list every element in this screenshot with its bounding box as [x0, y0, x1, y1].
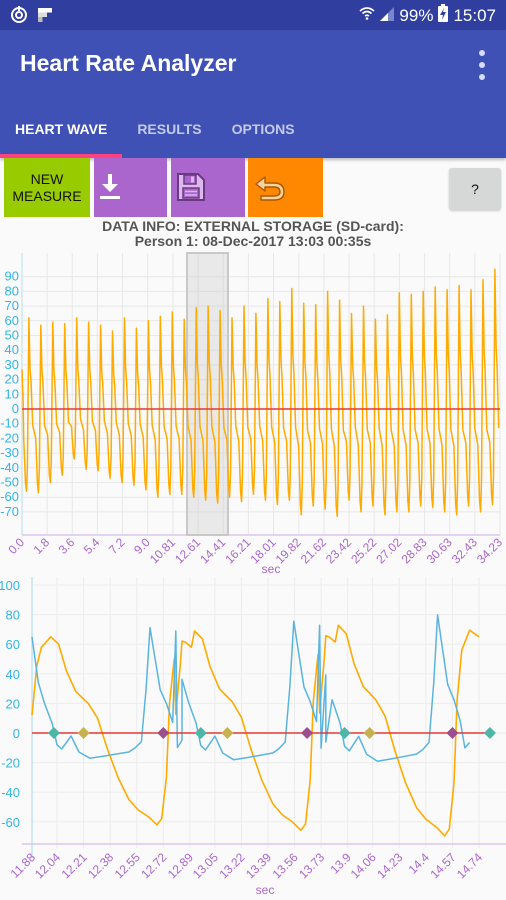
- marker-gold[interactable]: [363, 727, 376, 739]
- y-tick-label: -10: [0, 416, 19, 431]
- x-tick-label: 13.56: [270, 850, 301, 881]
- x-tick-label: 13.73: [296, 850, 327, 881]
- signal-icon: [380, 6, 395, 26]
- x-tick-label: 14.57: [427, 850, 458, 881]
- x-tick-label: 13.39: [243, 850, 274, 881]
- x-tick-label: 7.2: [106, 535, 128, 557]
- download-icon: [99, 174, 121, 205]
- x-tick-label: 16.21: [222, 535, 253, 566]
- y-tick-label: 0: [13, 726, 20, 741]
- y-tick-label: 0: [12, 401, 19, 416]
- flipboard-icon: [38, 8, 52, 27]
- x-tick-label: 32.43: [449, 535, 480, 566]
- x-tick-label: 14.41: [197, 535, 228, 566]
- x-tick-label: 14.23: [374, 850, 405, 881]
- x-axis-label: sec: [256, 883, 275, 897]
- y-tick-label: -20: [0, 430, 19, 445]
- y-tick-label: 70: [5, 298, 19, 313]
- x-tick-label: 14.06: [348, 850, 379, 881]
- zoomed-heart-wave-chart[interactable]: 100 80 60 40 20 0 -20 -40 -60 11.8812.0412.2112.3…: [0, 575, 506, 900]
- download-button[interactable]: [94, 158, 167, 217]
- status-bar: 99% 15:07: [0, 0, 506, 30]
- tab-options[interactable]: OPTIONS: [217, 110, 310, 158]
- x-tick-label: 28.83: [399, 535, 430, 566]
- full-heart-wave-chart[interactable]: 9080706050403020100-10-20-30-40-50-60-70…: [0, 245, 506, 575]
- y-tick-label: 80: [6, 608, 20, 623]
- x-tick-label: 0.0: [5, 535, 27, 557]
- marker-gold[interactable]: [221, 727, 234, 739]
- y-tick-label: 50: [5, 328, 19, 343]
- battery-charging-icon: [438, 4, 449, 27]
- x-tick-label: 12.38: [85, 850, 116, 881]
- x-tick-label: 3.6: [56, 535, 78, 557]
- y-tick-label: 100: [0, 578, 20, 593]
- clock: 15:07: [453, 5, 496, 25]
- save-button[interactable]: [171, 158, 245, 217]
- x-tick-label: 25.22: [348, 535, 379, 566]
- x-tick-label: 12.61: [172, 535, 203, 566]
- x-tick-label: 13.22: [216, 850, 247, 881]
- tab-results[interactable]: RESULTS: [122, 110, 216, 158]
- y-tick-label: -40: [0, 460, 19, 475]
- y-tick-label: 40: [6, 667, 20, 682]
- y-tick-label: 20: [5, 372, 19, 387]
- y-tick-label: 20: [6, 696, 20, 711]
- y-tick-label: 90: [5, 269, 19, 284]
- new-measure-label-line1: NEW: [30, 170, 64, 187]
- marker-teal[interactable]: [483, 727, 496, 739]
- y-tick-label: -20: [1, 756, 20, 771]
- action-toolbar: NEW MEASURE ?: [0, 158, 506, 218]
- x-tick-label: 10.81: [147, 535, 178, 566]
- undo-icon: [253, 174, 287, 207]
- y-tick-label: -60: [1, 815, 20, 830]
- y-tick-label: -30: [0, 445, 19, 460]
- tab-bar: HEART WAVE RESULTS OPTIONS: [0, 110, 506, 158]
- y-tick-label: -40: [1, 785, 20, 800]
- marker-gold[interactable]: [77, 727, 90, 739]
- app-bar: Heart Rate Analyzer HEART WAVE RESULTS O…: [0, 30, 506, 158]
- x-tick-label: 12.55: [112, 850, 143, 881]
- x-tick-label: 5.4: [81, 535, 103, 557]
- more-vert-icon[interactable]: [474, 50, 490, 80]
- x-tick-label: 11.88: [8, 850, 39, 881]
- x-tick-label: 12.21: [59, 850, 90, 881]
- undo-button[interactable]: [248, 158, 323, 217]
- battery-percent: 99%: [399, 5, 434, 25]
- y-tick-label: -50: [0, 475, 19, 490]
- x-tick-label: 14.74: [454, 850, 485, 881]
- data-info-source: DATA INFO: EXTERNAL STORAGE (SD-card):: [102, 218, 404, 234]
- x-tick-label: 13.05: [190, 850, 221, 881]
- new-measure-button[interactable]: NEW MEASURE: [4, 158, 90, 217]
- help-button[interactable]: ?: [449, 168, 501, 210]
- x-tick-label: 1.8: [31, 535, 53, 557]
- x-tick-label: 34.23: [474, 535, 505, 566]
- y-tick-label: 80: [5, 283, 19, 298]
- raw-wave-series: [31, 624, 480, 837]
- x-tick-label: 23.42: [323, 535, 354, 566]
- x-tick-label: 12.89: [165, 850, 196, 881]
- x-tick-label: 27.02: [373, 535, 404, 566]
- derivative-wave-series: [31, 614, 471, 762]
- wifi-icon: [359, 5, 375, 26]
- x-tick-label: 12.04: [32, 850, 63, 881]
- x-tick-label: 12.72: [138, 850, 169, 881]
- app-title: Heart Rate Analyzer: [20, 50, 237, 76]
- y-tick-label: 60: [6, 637, 20, 652]
- y-tick-label: 40: [5, 342, 19, 357]
- x-axis-label: sec: [262, 562, 281, 575]
- sync-icon: [10, 6, 28, 29]
- y-tick-label: 30: [5, 357, 19, 372]
- y-tick-label: 10: [5, 386, 19, 401]
- y-tick-label: -70: [0, 504, 19, 519]
- floppy-save-icon: [176, 172, 206, 207]
- y-tick-label: -60: [0, 489, 19, 504]
- x-tick-label: 21.62: [298, 535, 329, 566]
- y-tick-label: 60: [5, 313, 19, 328]
- x-tick-label: 30.63: [424, 535, 455, 566]
- tab-heart-wave[interactable]: HEART WAVE: [0, 110, 123, 158]
- marker-teal[interactable]: [47, 727, 60, 739]
- new-measure-label-line2: MEASURE: [12, 187, 82, 204]
